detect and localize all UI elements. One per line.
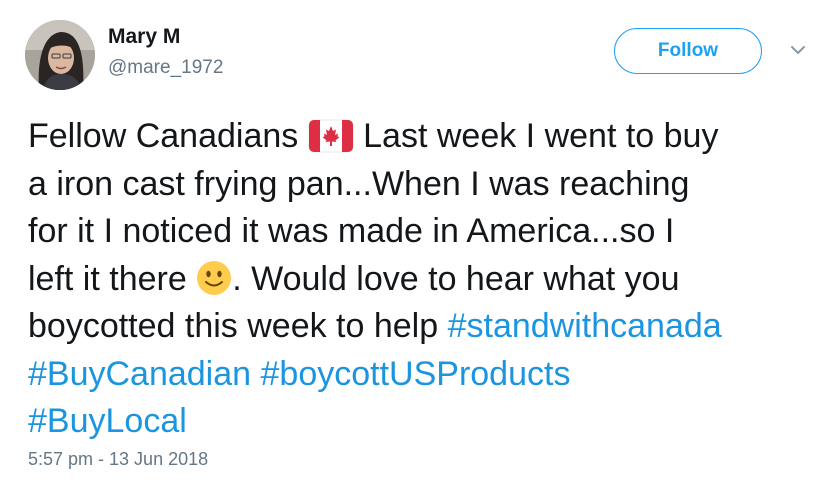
tweet-text-segment: boycotted this week to help <box>28 307 448 345</box>
chevron-down-icon[interactable] <box>788 42 808 58</box>
hashtag-link[interactable]: #boycottUSProducts <box>261 355 571 393</box>
canadian-flag-emoji <box>308 119 353 153</box>
slightly-smiling-face-emoji <box>197 260 232 295</box>
user-handle[interactable]: @mare_1972 <box>108 57 223 79</box>
tweet-timestamp[interactable]: 5:57 pm - 13 Jun 2018 <box>28 448 208 470</box>
tweet-line: #BuyLocal <box>28 398 828 446</box>
tweet-line: for it I noticed it was made in America.… <box>28 212 675 250</box>
profile-photo-icon <box>25 20 95 90</box>
avatar[interactable] <box>25 20 95 90</box>
tweet-text-segment: . Would love to hear what you <box>232 259 680 298</box>
tweet-line: #BuyCanadian #boycottUSProducts <box>28 351 828 399</box>
tweet-text-segment: Fellow Canadians <box>28 117 308 155</box>
hashtag-link[interactable]: #BuyLocal <box>28 402 187 440</box>
hashtag-link[interactable]: #BuyCanadian <box>28 355 251 393</box>
display-name[interactable]: Mary M <box>108 25 180 49</box>
tweet-text-segment: Last week I went to buy <box>353 117 719 155</box>
tweet-text-segment: left it there <box>28 259 197 298</box>
hashtag-link[interactable]: #standwithcanada <box>448 307 722 345</box>
tweet-text: Fellow Canadians Last week I went to buy… <box>28 113 828 446</box>
follow-button[interactable]: Follow <box>614 28 762 74</box>
tweet-line: left it there . Would love to hear what … <box>28 256 828 304</box>
tweet-line: boycotted this week to help #standwithca… <box>28 303 828 351</box>
tweet-line: a iron cast frying pan...When I was reac… <box>28 164 690 203</box>
tweet-line: Fellow Canadians Last week I went to buy <box>28 113 828 161</box>
